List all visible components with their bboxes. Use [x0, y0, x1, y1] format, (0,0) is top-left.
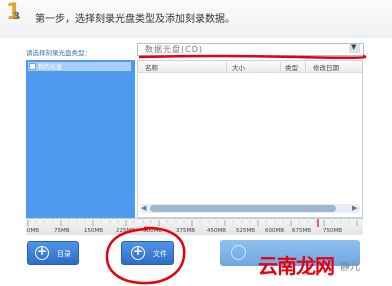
ruler-tick-label: 450MB: [207, 228, 227, 234]
tree-item-label: 我的光盘: [38, 64, 63, 71]
disc-icon: [29, 63, 36, 70]
ruler-tick-label: 675MB: [292, 228, 312, 234]
column-separator[interactable]: [226, 62, 227, 71]
burn-circle-icon: [231, 245, 246, 260]
column-header-type[interactable]: 类型: [285, 62, 298, 72]
disc-type-label: 请选择刻录光盘类型：: [26, 49, 91, 57]
column-separator[interactable]: [280, 62, 281, 71]
ruler-tick-label: 750MB: [323, 228, 343, 234]
step-instruction: 第一步，选择刻录光盘类型及添加刻录数据。: [35, 14, 235, 25]
file-table: [137, 60, 363, 218]
plus-circle-icon: +: [35, 244, 49, 260]
column-header-name[interactable]: 名称: [145, 62, 158, 72]
ruler-tick-label: 0MB: [27, 228, 40, 234]
scroll-right-icon[interactable]: ▶: [352, 204, 357, 212]
ruler-tick-label: 150MB: [84, 228, 104, 234]
ruler-tick-label: 525MB: [236, 228, 256, 234]
column-header-size[interactable]: 大小: [232, 62, 245, 72]
scrollbar-thumb[interactable]: [150, 205, 336, 212]
chevron-down-icon[interactable]: ▼: [349, 43, 360, 53]
scroll-left-icon[interactable]: ◀: [141, 204, 146, 212]
ruler-tick-label: 600MB: [265, 228, 285, 234]
red-annotation-circle: [105, 226, 186, 285]
watermark-logo: 云南龙网: [258, 254, 335, 278]
disc-tree-panel: [26, 60, 135, 218]
ruler-tick-label: 75MB: [54, 228, 70, 234]
step-total: 3: [13, 11, 20, 22]
watermark-small-text: 静儿: [340, 262, 360, 273]
column-separator[interactable]: [305, 62, 306, 71]
column-header-modified[interactable]: 修改日期: [313, 62, 339, 72]
add-directory-label: 目录: [57, 250, 71, 258]
